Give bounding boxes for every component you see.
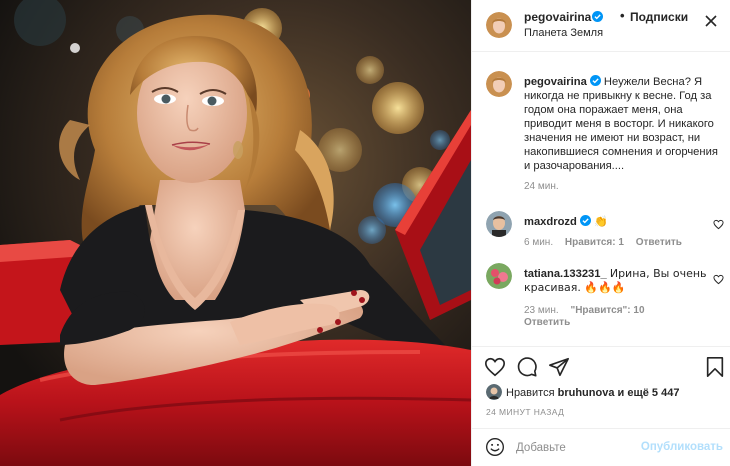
comment-likes-count[interactable]: Нравится: 1 [565,237,624,248]
add-comment-input[interactable] [516,438,656,458]
liker-avatar-image [486,384,502,400]
commenter-avatar-image [486,263,512,289]
reply-button[interactable]: Ответить [524,317,570,328]
likes-count[interactable]: и ещё 5 447 [618,387,680,399]
post-header: pegovairina • Подписки Планета Земля [472,0,730,52]
caption-meta: 24 мин. [524,181,568,193]
comment-time[interactable]: 23 мин. [524,305,559,316]
comment-verified-badge-icon [579,215,591,226]
author-avatar[interactable] [486,12,512,38]
comment-item: maxdrozd 👏 6 мин. Нравится: 1 Ответить [486,211,726,259]
commenter-avatar[interactable] [486,211,512,237]
likes-prefix: Нравится [506,387,555,399]
comment-like-icon[interactable] [713,274,724,285]
comment-time[interactable]: 6 мин. [524,237,553,248]
caption-username[interactable]: pegovairina [524,76,587,88]
comments-section: pegovairina Неужели Весна? Я никогда не … [472,53,730,345]
share-icon[interactable] [548,356,570,378]
post-timestamp[interactable]: 24 МИНУТ НАЗАД [486,407,564,417]
more-options-icon[interactable] [703,13,719,29]
following-button[interactable]: Подписки [630,10,688,24]
caption-avatar-image [486,71,512,97]
caption-avatar[interactable] [486,71,512,97]
comment-username[interactable]: tatiana.133231_ [524,268,607,280]
caption-time[interactable]: 24 мин. [524,181,559,192]
bookmark-icon[interactable] [704,356,726,378]
comment-like-icon[interactable] [713,219,724,230]
add-comment-bar: Опубликовать [472,428,730,466]
emoji-smile-icon[interactable] [485,437,505,457]
post-sidebar: pegovairina • Подписки Планета Земля peg… [471,0,730,466]
header-separator: • [620,8,625,23]
liker-avatar[interactable] [486,384,502,400]
comment-likes-count[interactable]: "Нравится": 10 [570,305,644,316]
caption-text: Неужели Весна? Я никогда не привыкну к в… [524,76,718,172]
caption-verified-badge-icon [589,75,601,86]
comment-meta: 23 мин. "Нравится": 10 Ответить [524,305,714,329]
likes-summary[interactable]: Нравится bruhunova и ещё 5 447 [486,384,679,400]
post-photo-image [0,0,471,466]
comment-username[interactable]: maxdrozd [524,216,577,228]
caption-body: pegovairina Неужели Весна? Я никогда не … [524,75,724,173]
reply-button[interactable]: Ответить [636,237,682,248]
post-location[interactable]: Планета Земля [524,27,603,39]
commenter-avatar-image [486,211,512,237]
comment-icon[interactable] [516,356,538,378]
commenter-avatar[interactable] [486,263,512,289]
verified-badge-icon [592,11,603,22]
comment-text: 👏 [593,215,608,228]
post-caption: pegovairina Неужели Весна? Я никогда не … [486,71,726,201]
author-username[interactable]: pegovairina [524,10,591,24]
comment-body: tatiana.133231_ Ирина, Вы очень красивая… [524,267,724,295]
comment-body: maxdrozd 👏 [524,215,724,229]
heart-icon[interactable] [484,356,506,378]
author-avatar-image [486,12,512,38]
liker-username[interactable]: bruhunova [558,387,615,399]
comment-item: tatiana.133231_ Ирина, Вы очень красивая… [486,263,726,333]
comment-meta: 6 мин. Нравится: 1 Ответить [524,237,691,249]
post-photo[interactable] [0,0,471,466]
publish-button[interactable]: Опубликовать [641,441,723,453]
